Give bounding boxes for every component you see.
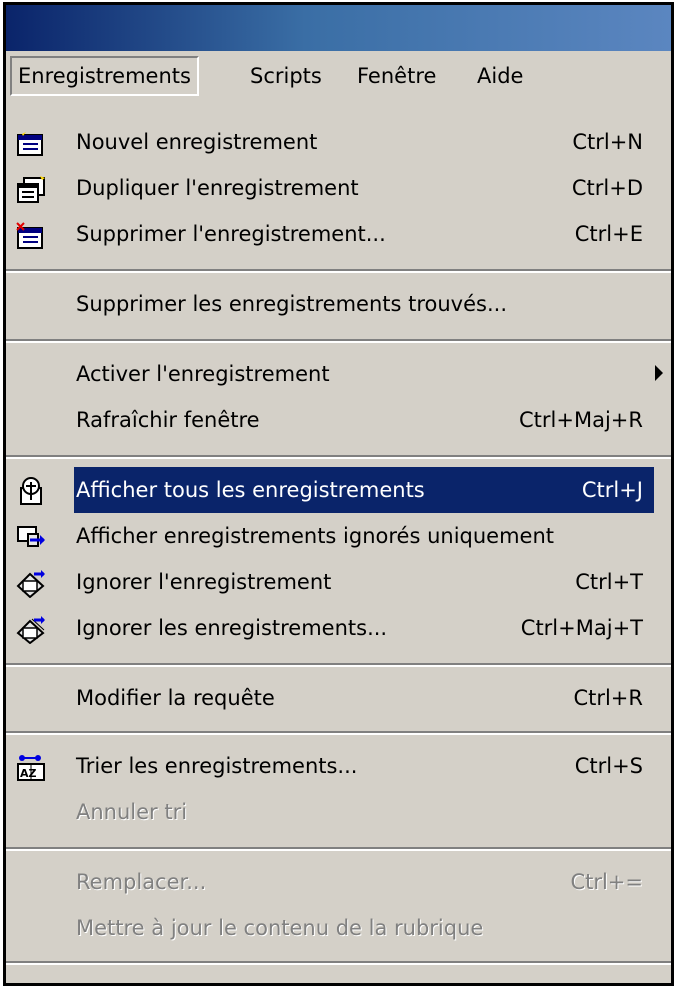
menu-item-label: Nouvel enregistrement [76, 130, 318, 154]
application-window: Enregistrements Scripts Fenêtre Aide Nou… [3, 2, 674, 986]
menu-item-shortcut: Ctrl+R [573, 686, 643, 710]
menu-item-label: Afficher tous les enregistrements [76, 478, 425, 502]
menu-item-shortcut: Ctrl+E [574, 222, 643, 246]
menu-item-label: Remplacer... [76, 870, 207, 894]
menu-item-label: Trier les enregistrements... [76, 754, 358, 778]
menu-scripts[interactable]: Scripts [244, 56, 328, 96]
menu-item-label: Rafraîchir fenêtre [76, 408, 260, 432]
menu-separator [6, 847, 671, 851]
menu-separator [6, 663, 671, 667]
menu-item-modify-request[interactable]: Modifier la requête Ctrl+R [6, 675, 671, 721]
menu-enregistrements[interactable]: Enregistrements [10, 56, 199, 96]
menu-fenetre[interactable]: Fenêtre [351, 56, 442, 96]
menu-separator [6, 961, 671, 965]
menu-item-label: Annuler tri [76, 800, 188, 824]
menu-item-update-field: Mettre à jour le contenu de la rubrique [6, 905, 671, 951]
menu-item-label: Ignorer les enregistrements... [76, 616, 388, 640]
menu-item-shortcut: Ctrl+D [571, 176, 643, 200]
menu-item-replace: Remplacer... Ctrl+= [6, 859, 671, 905]
delete-record-icon [16, 220, 46, 249]
menu-item-omit-record[interactable]: Ignorer l'enregistrement Ctrl+T [6, 559, 671, 605]
omit-record-icon [16, 568, 46, 599]
menu-item-omit-multiple[interactable]: Ignorer les enregistrements... Ctrl+Maj+… [6, 605, 671, 651]
menu-item-new-record[interactable]: Nouvel enregistrement Ctrl+N [6, 119, 671, 165]
menu-item-shortcut: Ctrl+Maj+R [519, 408, 643, 432]
menu-item-activate-record[interactable]: Activer l'enregistrement [6, 351, 671, 397]
menu-item-label: Rétablir l'enregistrement... [76, 973, 357, 983]
menu-item-label: Supprimer les enregistrements trouvés... [76, 292, 507, 316]
sort-az-icon: AZ [16, 752, 46, 781]
menu-separator [6, 269, 671, 273]
menu-item-sort-records[interactable]: AZ Trier les enregistrements... Ctrl+S [6, 743, 671, 789]
menu-item-duplicate-record[interactable]: Dupliquer l'enregistrement Ctrl+D [6, 165, 671, 211]
menu-item-label: Dupliquer l'enregistrement [76, 176, 359, 200]
menu-item-delete-found-records[interactable]: Supprimer les enregistrements trouvés... [6, 281, 671, 327]
show-all-records-icon [16, 476, 46, 506]
menu-item-label: Supprimer l'enregistrement... [76, 222, 386, 246]
menu-separator [6, 339, 671, 343]
menu-bar: Enregistrements Scripts Fenêtre Aide [6, 51, 671, 102]
menu-item-unsort: Annuler tri [6, 789, 671, 835]
menu-item-shortcut: Ctrl+T [575, 570, 643, 594]
menu-item-show-all-records[interactable]: Afficher tous les enregistrements Ctrl+J [74, 467, 654, 513]
omit-multiple-icon [16, 614, 46, 645]
svg-text:AZ: AZ [20, 767, 37, 780]
menu-separator [6, 455, 671, 459]
menu-item-show-omitted-only[interactable]: Afficher enregistrements ignorés uniquem… [6, 513, 671, 559]
menu-item-refresh-window[interactable]: Rafraîchir fenêtre Ctrl+Maj+R [6, 397, 671, 443]
new-record-icon [16, 128, 46, 156]
enregistrements-dropdown: Nouvel enregistrement Ctrl+N Dupliquer l… [6, 101, 671, 983]
menu-item-label: Afficher enregistrements ignorés uniquem… [76, 524, 555, 548]
menu-item-revert-record: Rétablir l'enregistrement... [6, 973, 671, 983]
menu-item-shortcut: Ctrl+N [572, 130, 643, 154]
menu-item-label: Ignorer l'enregistrement [76, 570, 332, 594]
submenu-arrow-icon [655, 365, 663, 381]
menu-aide[interactable]: Aide [471, 56, 529, 96]
duplicate-record-icon [16, 174, 46, 203]
menu-item-shortcut: Ctrl+J [581, 478, 643, 502]
menu-separator [6, 731, 671, 735]
menu-item-shortcut: Ctrl+Maj+T [520, 616, 643, 640]
title-bar [6, 5, 671, 51]
menu-item-delete-record[interactable]: Supprimer l'enregistrement... Ctrl+E [6, 211, 671, 257]
menu-item-shortcut: Ctrl+= [570, 870, 643, 894]
menu-item-label: Activer l'enregistrement [76, 362, 330, 386]
menu-item-shortcut: Ctrl+S [574, 754, 643, 778]
show-omitted-icon [16, 522, 46, 550]
menu-item-label: Modifier la requête [76, 686, 275, 710]
menu-item-label: Mettre à jour le contenu de la rubrique [76, 916, 484, 940]
